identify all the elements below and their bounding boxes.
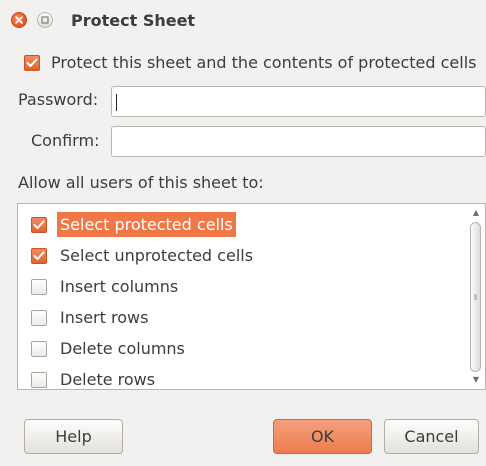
list-item-insert-rows[interactable]: Insert rows [18, 302, 470, 333]
list-item-label: Insert columns [60, 277, 179, 296]
grip-icon [474, 294, 477, 300]
list-item-label: Select protected cells [57, 212, 236, 237]
confirm-row: Confirm: [31, 131, 99, 150]
maximize-glyph [41, 16, 49, 24]
insert-rows-checkbox[interactable] [31, 309, 47, 326]
scroll-thumb[interactable] [470, 222, 481, 372]
list-item-select-unprotected-cells[interactable]: Select unprotected cells [18, 240, 470, 271]
scroll-down-icon[interactable]: ▼ [469, 375, 483, 385]
select-unprotected-cells-checkbox[interactable] [31, 247, 47, 264]
delete-columns-checkbox[interactable] [31, 340, 47, 357]
maximize-icon[interactable] [37, 12, 53, 28]
close-icon[interactable] [11, 12, 27, 28]
select-protected-cells-checkbox[interactable] [31, 216, 47, 233]
delete-rows-checkbox[interactable] [31, 371, 47, 388]
list-item-label: Select unprotected cells [60, 246, 254, 265]
list-item-delete-rows[interactable]: Delete rows [18, 364, 470, 389]
checkmark-icon [26, 58, 38, 67]
checkmark-icon [33, 220, 45, 229]
protect-sheet-label: Protect this sheet and the contents of p… [51, 53, 477, 72]
list-item-select-protected-cells[interactable]: Select protected cells [18, 209, 470, 240]
confirm-label: Confirm: [31, 131, 100, 150]
password-label: Password: [18, 90, 99, 109]
help-button[interactable]: Help [24, 419, 123, 454]
password-field[interactable] [111, 86, 486, 117]
list-item-label: Delete columns [60, 339, 185, 358]
scroll-up-icon[interactable]: ▲ [469, 208, 483, 218]
confirm-field[interactable] [111, 126, 486, 157]
protect-sheet-checkbox[interactable] [24, 54, 40, 71]
list-item-delete-columns[interactable]: Delete columns [18, 333, 470, 364]
allow-heading-row: Allow all users of this sheet to: [18, 173, 264, 192]
list-item-label: Insert rows [60, 308, 149, 327]
cancel-button[interactable]: Cancel [384, 419, 479, 454]
password-row: Password: [18, 90, 98, 109]
ok-button[interactable]: OK [273, 419, 372, 454]
allow-heading: Allow all users of this sheet to: [18, 173, 264, 192]
list-scrollbar[interactable]: ▲ ▼ [469, 208, 483, 386]
list-item-label: Delete rows [60, 370, 156, 389]
close-glyph [15, 16, 23, 24]
protect-sheet-dialog: Protect Sheet Protect this sheet and the… [0, 0, 486, 466]
text-caret [116, 94, 117, 111]
list-item-insert-columns[interactable]: Insert columns [18, 271, 470, 302]
insert-columns-checkbox[interactable] [31, 278, 47, 295]
permissions-list[interactable]: Select protected cells Select unprotecte… [17, 203, 486, 390]
checkmark-icon [33, 251, 45, 260]
protect-sheet-option[interactable]: Protect this sheet and the contents of p… [24, 53, 477, 72]
title-bar: Protect Sheet [0, 0, 486, 43]
dialog-title: Protect Sheet [71, 11, 196, 30]
